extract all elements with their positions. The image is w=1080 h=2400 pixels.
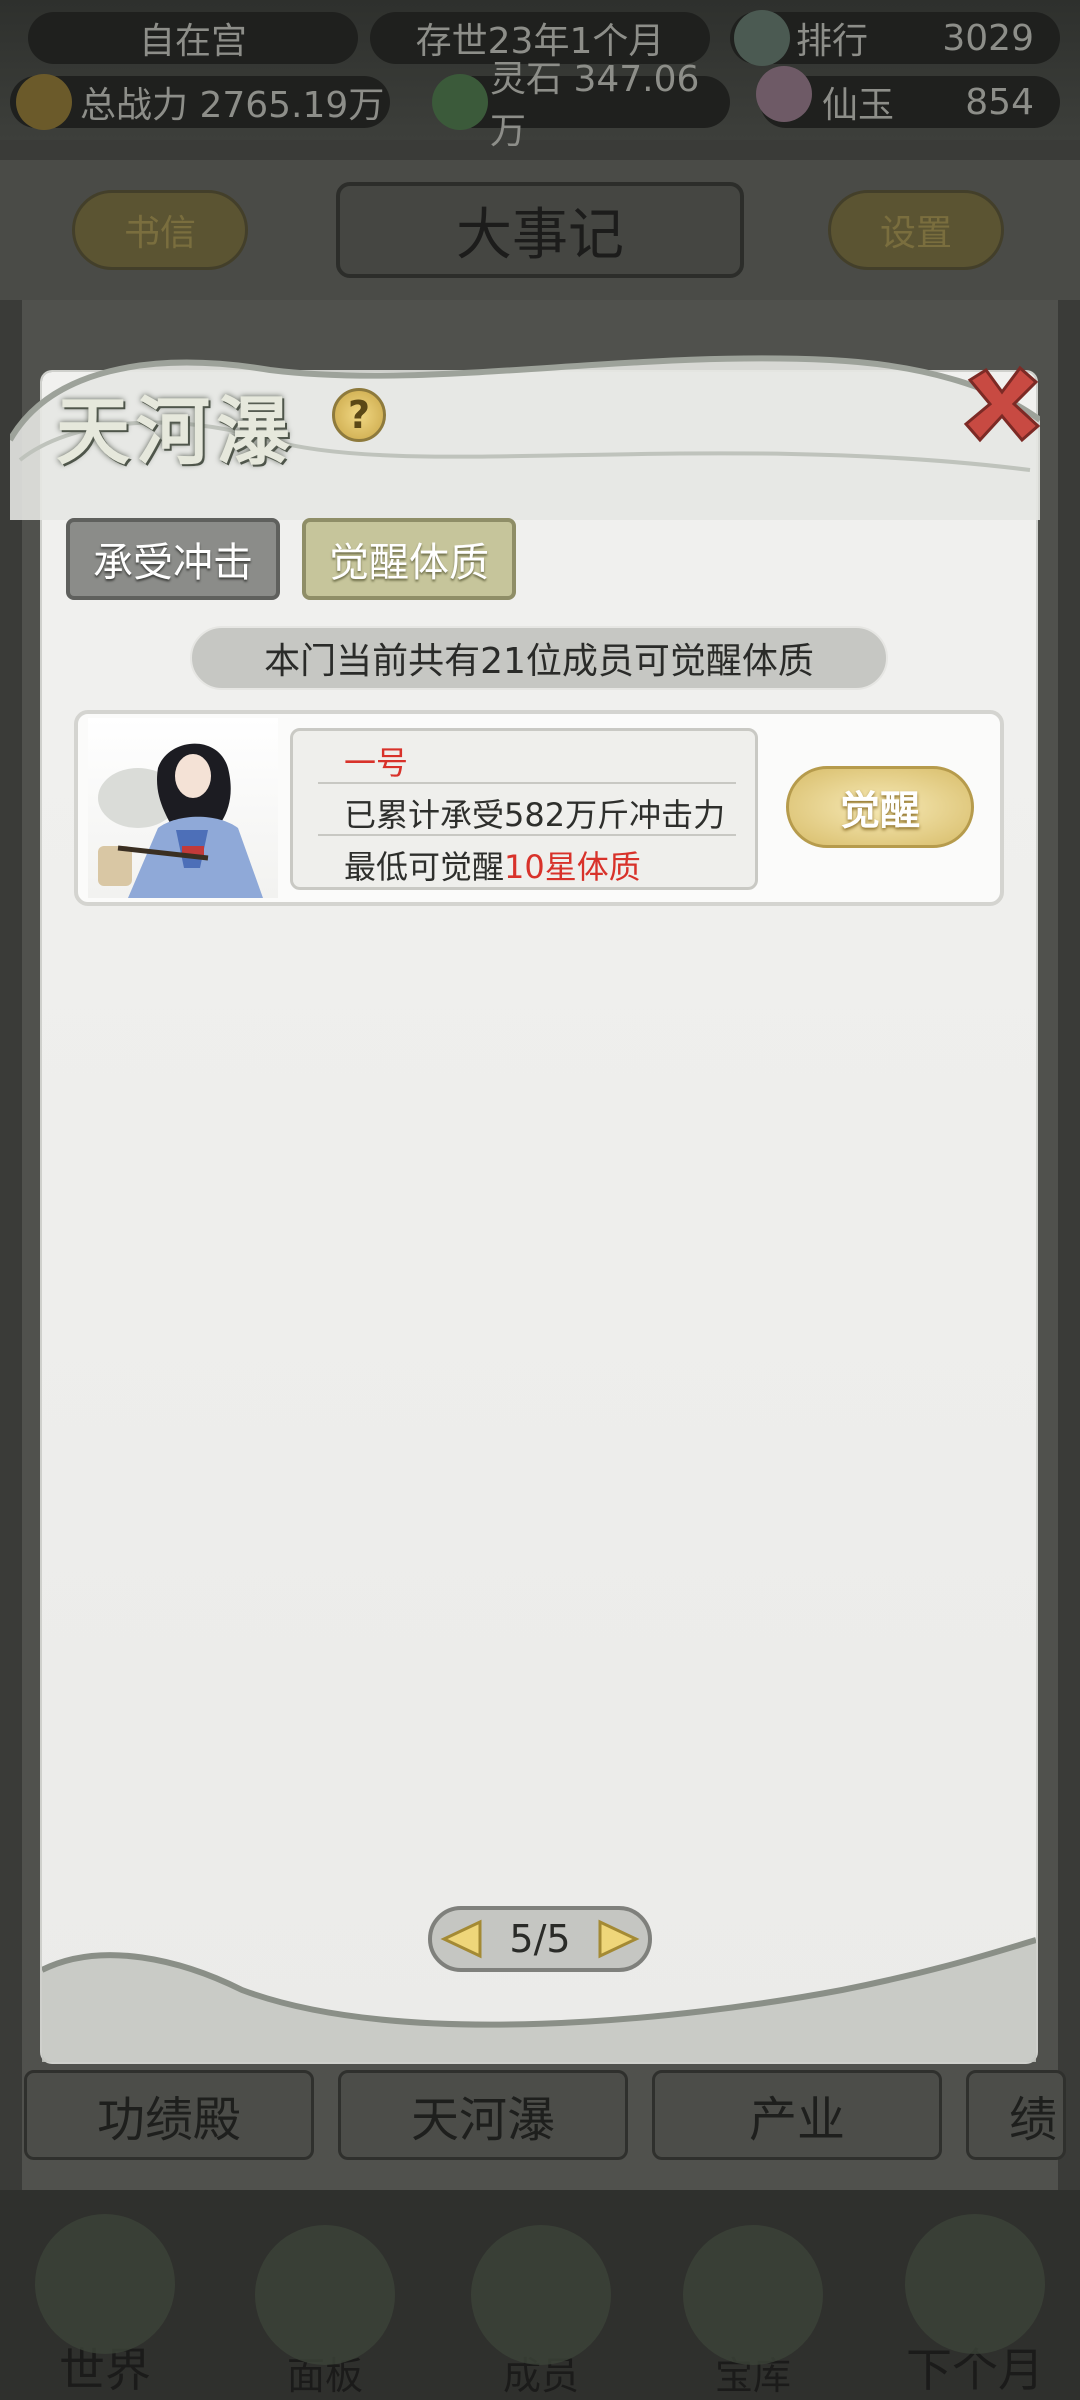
rank-label: 排行 [796, 21, 869, 62]
sect-name-pill: 自在宫 [28, 12, 358, 64]
settings-button[interactable]: 设置 [828, 190, 1004, 270]
sect-name: 自在宫 [138, 21, 247, 62]
bg-tab-industry[interactable]: 产业 [652, 2070, 942, 2160]
letters-button[interactable]: 书信 [72, 190, 248, 270]
rank-icon [734, 10, 790, 66]
spirit-stone-text: 灵石 347.06万 [490, 59, 700, 152]
awaken-button[interactable]: 觉醒 [786, 766, 974, 848]
modal-title: 天河瀑 [56, 389, 296, 475]
divider [318, 782, 736, 784]
chronicle-title: 大事记 [336, 182, 744, 278]
close-icon[interactable] [960, 362, 1044, 446]
scroll-icon [255, 2225, 395, 2365]
spirit-stone-icon [432, 74, 488, 130]
world-icon [35, 2214, 175, 2354]
tab-bear-impact[interactable]: 承受冲击 [66, 518, 280, 600]
min-awaken-star: 10星体质 [504, 848, 641, 886]
help-icon[interactable]: ? [332, 388, 386, 442]
member-name: 一号 [344, 744, 409, 782]
spirit-stone-pill: 灵石 347.06万 [432, 59, 730, 152]
bg-tab-more[interactable]: 绩 [966, 2070, 1066, 2160]
bottom-nav-panel[interactable]: 面板 [240, 2200, 410, 2400]
jade-label: 仙玉 [822, 85, 895, 126]
page-indicator: 5/5 [509, 1917, 571, 1961]
bottom-nav-next-month[interactable]: 下个月 [880, 2200, 1070, 2400]
rank-value: 3029 [942, 17, 1034, 59]
power-icon [16, 74, 72, 130]
member-icon [471, 2225, 611, 2365]
member-count-banner: 本门当前共有21位成员可觉醒体质 [190, 626, 888, 690]
min-awaken-prefix: 最低可觉醒 [344, 848, 505, 886]
rank-pill[interactable]: 排行 3029 [730, 10, 1060, 66]
bottom-nav-members[interactable]: 成员 [456, 2200, 626, 2400]
bg-tab-waterfall[interactable]: 天河瀑 [338, 2070, 628, 2160]
power-text: 总战力 2765.19万 [80, 85, 385, 126]
bg-tab-merit-hall[interactable]: 功绩殿 [24, 2070, 314, 2160]
min-awaken-line: 最低可觉醒10星体质 [344, 842, 641, 888]
next-month-icon [905, 2214, 1045, 2354]
jade-value: 854 [965, 81, 1034, 123]
prev-page-arrow-icon[interactable] [440, 1918, 484, 1960]
bottom-nav-treasury[interactable]: 宝库 [668, 2200, 838, 2400]
power-pill: 总战力 2765.19万 [10, 74, 390, 130]
bottom-nav-world[interactable]: 世界 [20, 2200, 190, 2400]
divider [318, 834, 736, 836]
yin-yang-icon [683, 2225, 823, 2365]
member-portrait [88, 718, 278, 898]
jade-icon [756, 66, 812, 122]
tab-awaken-physique[interactable]: 觉醒体质 [302, 518, 516, 600]
jade-pill[interactable]: 仙玉 854 [756, 66, 1060, 128]
next-page-arrow-icon[interactable] [596, 1918, 640, 1960]
impact-total: 已累计承受582万斤冲击力 [344, 796, 726, 834]
